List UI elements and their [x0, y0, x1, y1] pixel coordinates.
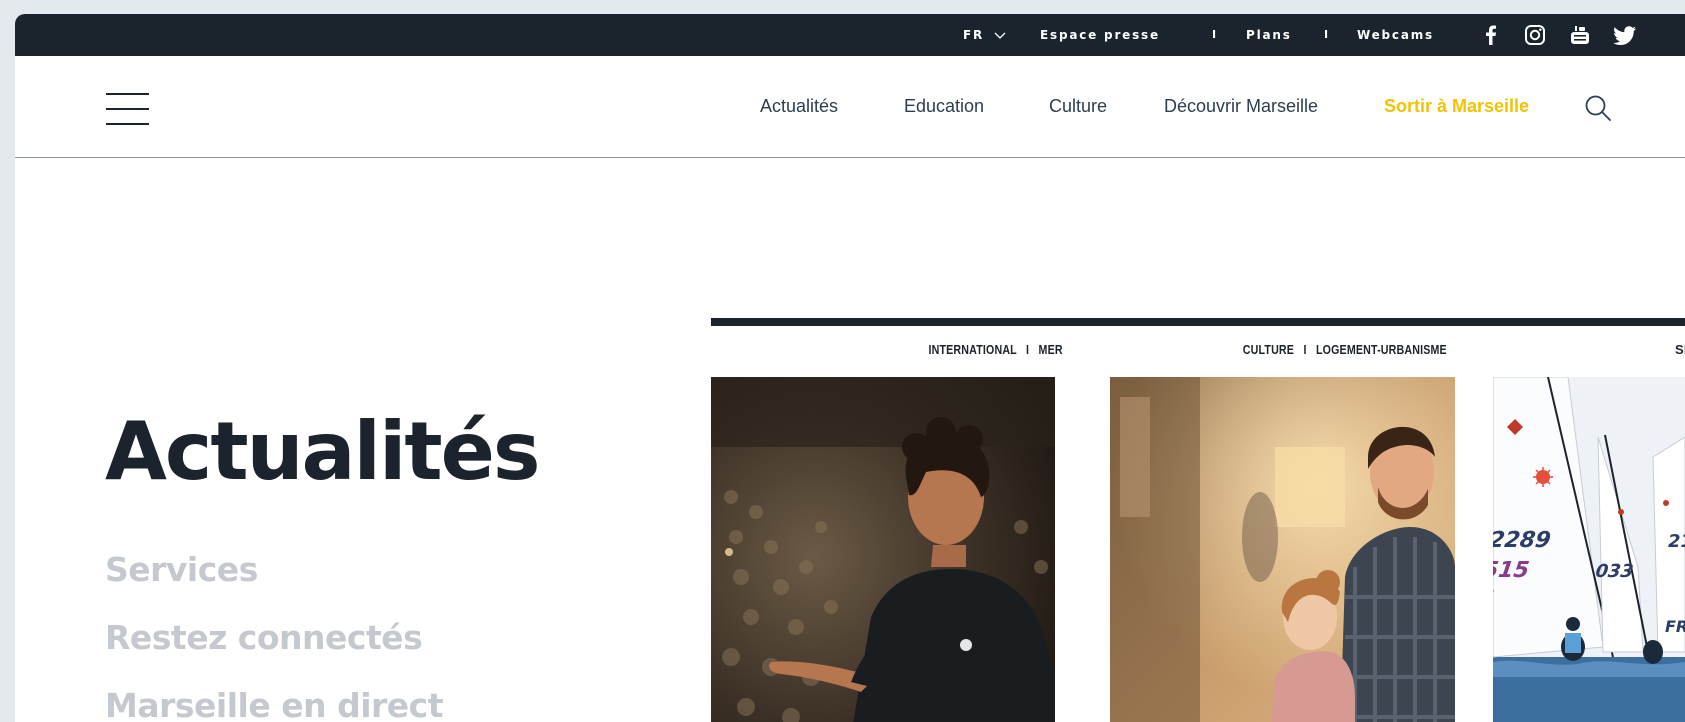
nav-item-decouvrir-marseille[interactable]: Découvrir Marseille: [1164, 56, 1318, 157]
nav-item-education[interactable]: Education: [904, 56, 984, 157]
separator: I: [1324, 28, 1329, 41]
card-category[interactable]: SI: [1675, 340, 1685, 360]
menu-line: [106, 93, 149, 95]
card-category[interactable]: CULTURE I LOGEMENT-URBANISME: [1243, 340, 1447, 360]
card-image-sailing[interactable]: 12289 3515 RE 033 21 FR: [1493, 377, 1685, 722]
card-image-speaker[interactable]: [711, 377, 1055, 722]
card-category[interactable]: INTERNATIONAL I MER: [929, 340, 1063, 360]
twitter-icon[interactable]: [1613, 23, 1637, 47]
svg-text:21: 21: [1668, 531, 1685, 552]
main-navigation: Actualités Education Culture Découvrir M…: [15, 56, 1685, 158]
menu-line: [106, 123, 149, 125]
chevron-down-icon: [994, 32, 1006, 39]
speaker-photo: [711, 377, 1055, 722]
museum-photo: [1110, 377, 1455, 722]
language-selector[interactable]: FR: [963, 14, 1006, 56]
svg-text:12289: 12289: [1493, 527, 1552, 553]
card-image-museum-visit[interactable]: [1110, 377, 1455, 722]
cards-top-rule: [711, 318, 1685, 326]
sailing-photo: 12289 3515 RE 033 21 FR: [1493, 377, 1685, 722]
side-link-marseille-en-direct[interactable]: Marseille en direct: [105, 686, 444, 722]
hamburger-menu-button[interactable]: [106, 93, 149, 126]
side-link-services[interactable]: Services: [105, 550, 258, 589]
link-espace-presse[interactable]: Espace presse: [1040, 14, 1160, 56]
link-webcams[interactable]: Webcams: [1357, 14, 1434, 56]
nav-item-sortir-a-marseille[interactable]: Sortir à Marseille: [1384, 56, 1529, 157]
facebook-icon[interactable]: [1479, 23, 1503, 47]
page-title: Actualités: [105, 405, 540, 498]
svg-text:3515: 3515: [1493, 557, 1531, 583]
menu-line: [106, 108, 149, 110]
svg-text:033: 033: [1594, 561, 1635, 582]
nav-item-actualites[interactable]: Actualités: [760, 56, 838, 157]
svg-text:FR: FR: [1665, 617, 1685, 636]
instagram-icon[interactable]: [1523, 23, 1547, 47]
link-plans[interactable]: Plans: [1246, 14, 1292, 56]
top-utility-bar: FR Espace presse I Plans I Webcams: [15, 14, 1685, 56]
nav-item-culture[interactable]: Culture: [1049, 56, 1107, 157]
separator: I: [1212, 28, 1217, 41]
language-label: FR: [963, 28, 985, 42]
browser-viewport: FR Espace presse I Plans I Webcams Actua…: [15, 14, 1685, 722]
side-link-restez-connectes[interactable]: Restez connectés: [105, 618, 423, 657]
youtube-icon[interactable]: [1568, 23, 1592, 47]
search-icon[interactable]: [1584, 94, 1612, 122]
